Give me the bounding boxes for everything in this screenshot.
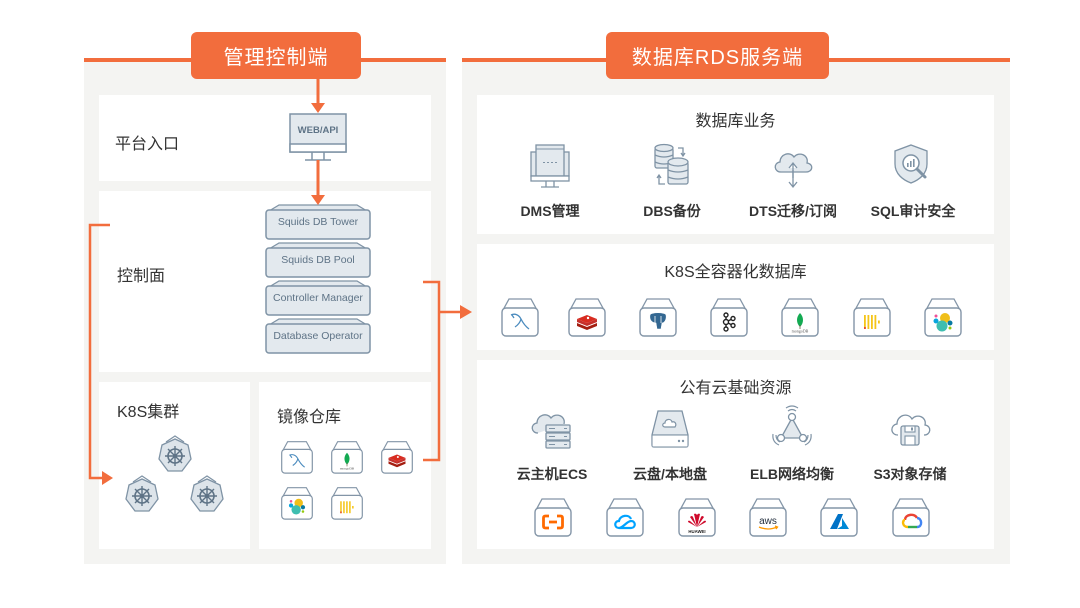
stack-layer-controller-manager: Controller Manager bbox=[265, 280, 371, 316]
database-business-title: 数据库业务 bbox=[695, 113, 776, 130]
stack-layer-label: Squids DB Tower bbox=[277, 216, 359, 228]
sql-audit-label: SQL审计安全 bbox=[870, 203, 956, 219]
monitor-text: WEB/API bbox=[298, 125, 339, 136]
mongodb-logo-text: mongoDB bbox=[792, 329, 809, 334]
dts-label: DTS迁移/订阅 bbox=[749, 203, 837, 219]
tencent-cloud-icon bbox=[605, 496, 645, 538]
elasticsearch-icon bbox=[280, 485, 314, 521]
mysql-icon bbox=[280, 439, 314, 475]
k8s-databases-title: K8S全容器化数据库 bbox=[664, 264, 807, 281]
clickhouse-icon bbox=[852, 296, 892, 338]
stack-layer-db-pool: Squids DB Pool bbox=[265, 242, 371, 278]
clickhouse-icon bbox=[330, 485, 364, 521]
gcp-icon bbox=[891, 496, 931, 538]
kubernetes-icon bbox=[157, 434, 193, 474]
control-plane-label: 控制面 bbox=[117, 268, 166, 285]
stack-layer-db-tower: Squids DB Tower bbox=[265, 204, 371, 240]
cloud-transfer-icon bbox=[769, 142, 817, 190]
stack-layer-label: Database Operator bbox=[273, 330, 363, 342]
mongodb-icon: mongoDB bbox=[780, 296, 820, 338]
azure-icon bbox=[819, 496, 859, 538]
platform-entry-label: 平台入口 bbox=[115, 136, 180, 153]
dbs-label: DBS备份 bbox=[643, 203, 701, 219]
object-storage-label: S3对象存储 bbox=[873, 466, 947, 482]
stack-layer-label: Squids DB Pool bbox=[281, 254, 355, 266]
cloud-resources-title: 公有云基础资源 bbox=[679, 380, 792, 397]
cloud-server-icon bbox=[528, 405, 576, 453]
management-panel-title: 管理控制端 bbox=[191, 32, 361, 79]
cloud-disk-icon bbox=[646, 405, 694, 453]
rds-panel-title: 数据库RDS服务端 bbox=[606, 32, 829, 79]
stack-layer-database-operator: Database Operator bbox=[265, 318, 371, 354]
huawei-logo-text: HUAWEI bbox=[688, 529, 705, 534]
k8s-cluster-label: K8S集群 bbox=[117, 404, 180, 421]
kubernetes-icon bbox=[189, 474, 225, 514]
database-backup-icon bbox=[648, 142, 696, 190]
aliyun-icon bbox=[533, 496, 573, 538]
dms-monitor-icon bbox=[526, 142, 574, 190]
redis-icon bbox=[567, 296, 607, 338]
mongodb-logo-text: mongoDB bbox=[340, 467, 355, 471]
monitor-icon: WEB/API bbox=[289, 113, 347, 171]
shield-audit-icon bbox=[889, 142, 937, 190]
mysql-icon bbox=[500, 296, 540, 338]
redis-icon bbox=[380, 439, 414, 475]
mongodb-icon: mongoDB bbox=[330, 439, 364, 475]
kubernetes-icon bbox=[124, 474, 160, 514]
elasticsearch-icon bbox=[923, 296, 963, 338]
kafka-icon bbox=[709, 296, 749, 338]
image-registry-label: 镜像仓库 bbox=[277, 409, 342, 426]
stack-layer-label: Controller Manager bbox=[273, 292, 363, 304]
huawei-icon: HUAWEI bbox=[677, 496, 717, 538]
postgresql-icon bbox=[638, 296, 678, 338]
load-balancer-icon bbox=[768, 403, 816, 451]
load-balancer-label: ELB网络均衡 bbox=[750, 466, 834, 482]
cloud-disk-label: 云盘/本地盘 bbox=[633, 466, 707, 482]
object-storage-icon bbox=[886, 405, 934, 453]
aws-logo-text: aws bbox=[759, 516, 777, 527]
cloud-server-label: 云主机ECS bbox=[516, 466, 588, 482]
dms-label: DMS管理 bbox=[520, 203, 580, 219]
aws-icon: aws bbox=[748, 496, 788, 538]
